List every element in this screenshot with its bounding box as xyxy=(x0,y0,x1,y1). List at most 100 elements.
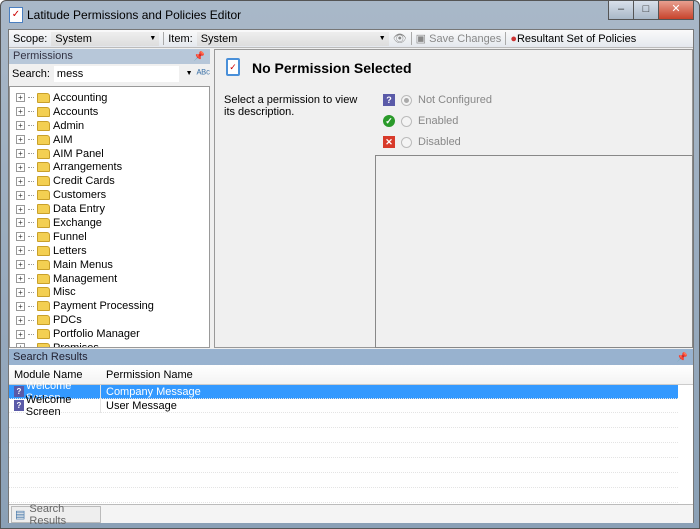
option-disabled[interactable]: ✕ Disabled xyxy=(383,136,461,148)
tree-node[interactable]: + PDCs xyxy=(10,313,209,327)
tree-node-label: Customers xyxy=(53,189,107,202)
folder-icon xyxy=(37,329,50,340)
tree-line xyxy=(28,125,34,127)
option-label: Not Configured xyxy=(418,94,492,106)
detail-text-box[interactable] xyxy=(375,155,693,348)
tree-line xyxy=(28,97,34,99)
empty-row xyxy=(9,458,678,473)
tree-node[interactable]: + Arrangements xyxy=(10,160,209,174)
tree-line xyxy=(28,153,34,154)
expand-icon[interactable]: + xyxy=(16,121,25,131)
expand-icon[interactable]: + xyxy=(16,93,25,103)
expand-icon[interactable]: + xyxy=(16,260,25,270)
divider xyxy=(163,32,165,45)
folder-icon xyxy=(37,259,50,270)
tree-node[interactable]: + Exchange xyxy=(10,216,209,230)
tree-node[interactable]: + Promises xyxy=(10,341,209,348)
expand-icon[interactable]: + xyxy=(16,301,25,311)
tree-node[interactable]: + Funnel xyxy=(10,230,209,244)
save-changes-button[interactable]: ▣ Save Changes xyxy=(416,32,502,45)
maximize-button[interactable]: □ xyxy=(633,1,659,20)
tree-line xyxy=(28,208,34,210)
folder-icon xyxy=(37,120,50,131)
minimize-button[interactable]: – xyxy=(608,1,634,20)
tree-node[interactable]: + AIM xyxy=(10,133,209,147)
tree-node[interactable]: + Admin xyxy=(10,119,209,133)
tree-node-label: Accounting xyxy=(53,91,108,104)
expand-icon[interactable]: + xyxy=(16,149,25,158)
option-enabled[interactable]: ✓ Enabled xyxy=(383,115,458,127)
tree-node[interactable]: + Letters xyxy=(10,244,209,258)
tree-node-label: PDCs xyxy=(53,314,82,327)
module-cell: ? Welcome Screen xyxy=(9,394,101,418)
item-dropdown[interactable]: System ▼ xyxy=(196,31,389,46)
tree-node-label: Credit Cards xyxy=(53,175,115,188)
scope-dropdown[interactable]: System ▼ xyxy=(51,31,160,46)
permission-cell: Company Message xyxy=(106,385,201,398)
expand-icon[interactable]: + xyxy=(16,176,25,186)
tree-line xyxy=(28,291,34,293)
expand-icon[interactable]: + xyxy=(16,343,25,347)
spell-search-icon[interactable]: ᴬᴮᶜ xyxy=(197,68,210,80)
tab-search-results[interactable]: ▤ Search Results xyxy=(11,503,101,527)
tree-node-label: Accounts xyxy=(53,105,99,118)
expand-icon[interactable]: + xyxy=(16,218,25,228)
view-icon[interactable]: 👁 xyxy=(393,32,407,45)
expand-icon[interactable]: + xyxy=(16,315,25,325)
radio-disabled[interactable] xyxy=(401,136,412,148)
tree-node[interactable]: + Accounting xyxy=(10,91,209,105)
expand-icon[interactable]: + xyxy=(16,190,25,200)
tree-node[interactable]: + Payment Processing xyxy=(10,299,209,313)
search-row: Search: mess ▼ ᴬᴮᶜ xyxy=(9,64,210,84)
expand-icon[interactable]: + xyxy=(16,246,25,256)
tree-node[interactable]: + Portfolio Manager xyxy=(10,327,209,341)
pin-icon[interactable]: 📌 xyxy=(194,49,205,64)
tree-line xyxy=(28,264,34,266)
search-input[interactable]: mess ▼ xyxy=(53,66,193,82)
expand-icon[interactable]: + xyxy=(16,204,25,214)
tree-node[interactable]: + Customers xyxy=(10,188,209,202)
folder-icon xyxy=(37,106,50,117)
permissions-tree[interactable]: + Accounting + Accounts + Admin + AIM + AIM Panel… xyxy=(9,86,210,348)
expand-icon[interactable]: + xyxy=(16,162,25,172)
expand-icon[interactable]: + xyxy=(16,107,25,117)
expand-icon[interactable]: + xyxy=(16,135,25,145)
expand-icon[interactable]: + xyxy=(16,232,25,242)
radio-not-configured[interactable] xyxy=(401,94,412,106)
tree-node[interactable]: + Data Entry xyxy=(10,202,209,216)
column-permission-name[interactable]: Permission Name xyxy=(101,369,193,381)
folder-icon xyxy=(37,217,50,228)
tree-node[interactable]: + Credit Cards xyxy=(10,174,209,188)
tree-line xyxy=(28,347,34,348)
folder-icon xyxy=(37,315,50,326)
expand-icon[interactable]: + xyxy=(16,274,25,284)
tree-node-label: Promises xyxy=(53,341,99,348)
expand-icon[interactable]: + xyxy=(16,287,25,297)
folder-icon xyxy=(37,231,50,242)
module-name: Welcome Screen xyxy=(25,393,72,418)
tree-node[interactable]: + AIM Panel xyxy=(10,147,209,161)
tree-node[interactable]: + Main Menus xyxy=(10,258,209,272)
option-label: Enabled xyxy=(418,115,459,127)
pin-icon[interactable]: 📌 xyxy=(677,349,688,365)
table-row[interactable]: ? Welcome Screen User Message xyxy=(9,394,678,418)
tree-node[interactable]: + Misc xyxy=(10,285,209,299)
tree-node-label: Letters xyxy=(53,244,87,257)
option-not-configured[interactable]: ? Not Configured xyxy=(383,94,492,106)
chevron-down-icon[interactable]: ▼ xyxy=(186,66,193,82)
tree-line xyxy=(28,111,34,113)
rsop-button[interactable]: ●Resultant Set of Policies xyxy=(510,33,636,45)
table-row[interactable]: ? Welcome Screen Company Message xyxy=(9,380,678,404)
tree-node[interactable]: + Accounts xyxy=(10,105,209,119)
tree-node[interactable]: + Management xyxy=(10,272,209,286)
tree-node-label: Funnel xyxy=(53,230,87,243)
results-list: ? Welcome Screen Company Message? Welcome S… xyxy=(9,380,693,503)
close-button[interactable]: ✕ xyxy=(658,1,694,20)
folder-icon xyxy=(37,162,50,173)
tree-node-label: Arrangements xyxy=(53,161,123,174)
permissions-header: Permissions 📌 xyxy=(9,49,210,64)
tree-line xyxy=(28,222,34,224)
expand-icon[interactable]: + xyxy=(16,329,25,339)
tree-node-label: Exchange xyxy=(53,216,102,229)
radio-enabled[interactable] xyxy=(401,115,412,127)
